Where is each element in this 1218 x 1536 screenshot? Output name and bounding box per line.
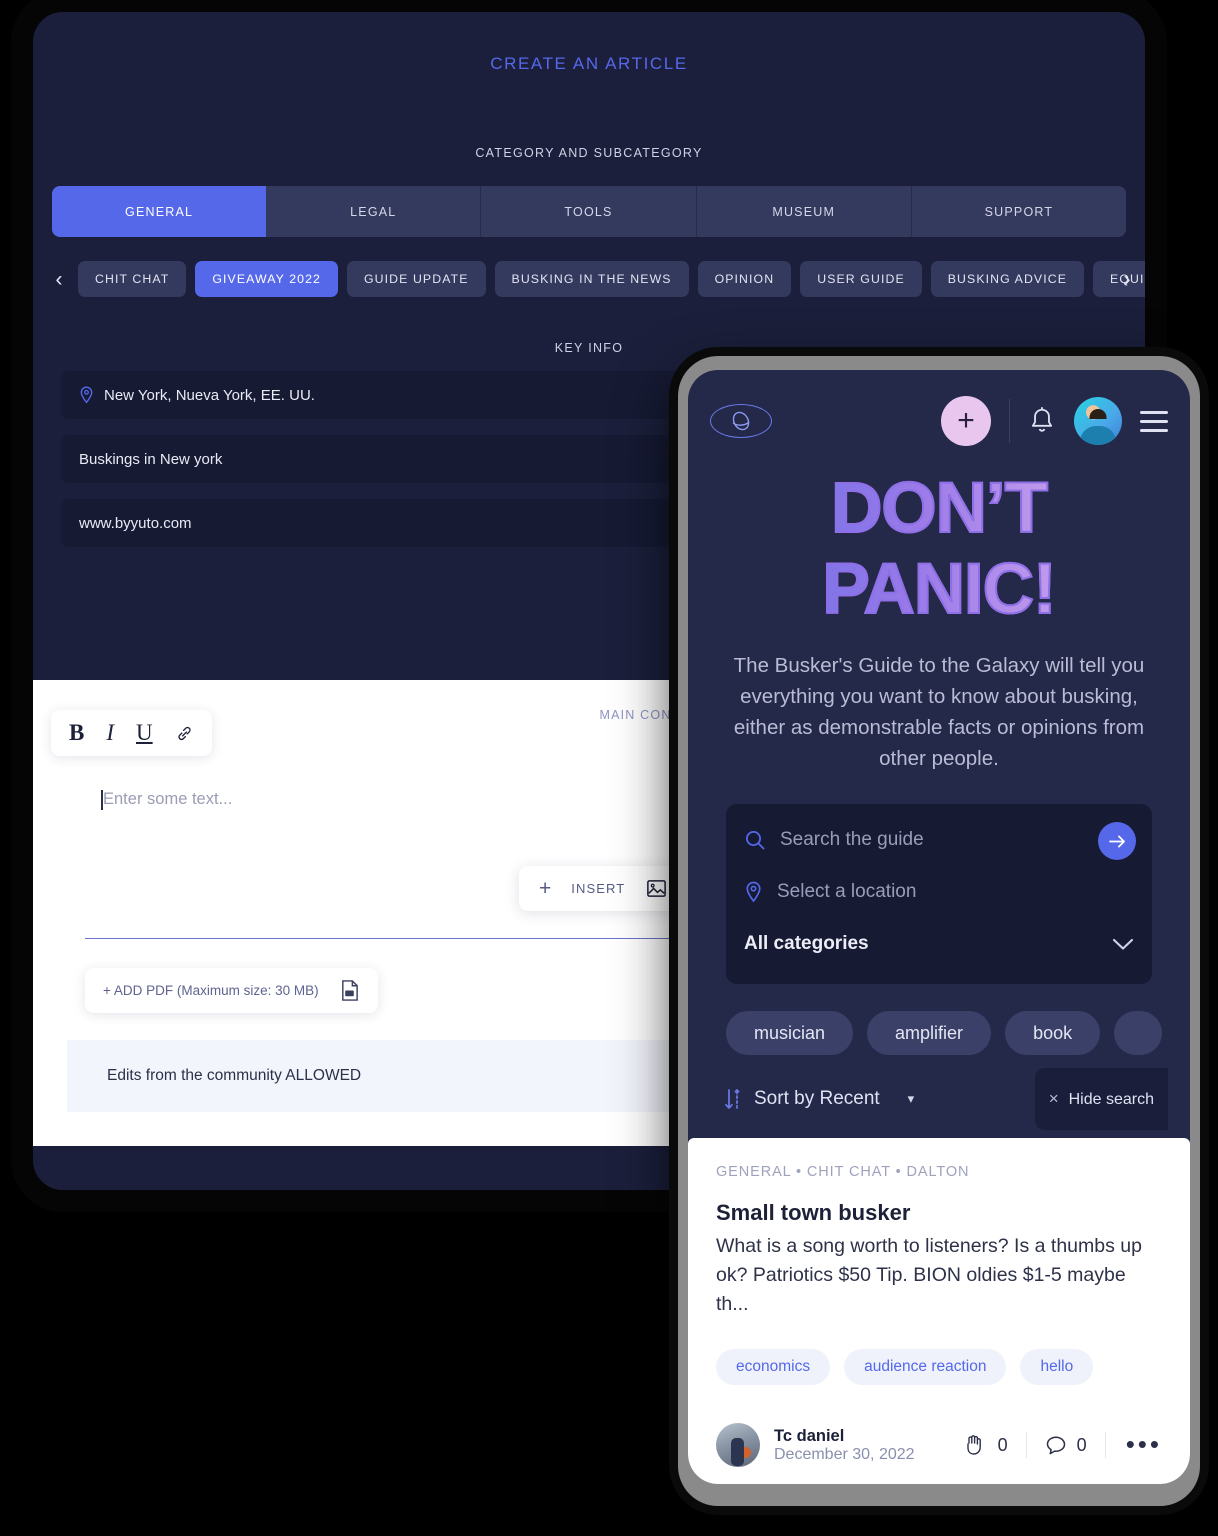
author-avatar[interactable] (716, 1423, 760, 1467)
tag-amplifier[interactable]: amplifier (867, 1011, 992, 1055)
tag-book[interactable]: book (1005, 1011, 1101, 1055)
phone-navbar: + (710, 396, 1168, 446)
subcategory-user-guide[interactable]: USER GUIDE (800, 261, 922, 297)
plus-icon[interactable]: + (539, 878, 551, 899)
phone-nav-actions: + (941, 396, 1168, 446)
subcategory-giveaway-2022[interactable]: GIVEAWAY 2022 (195, 261, 338, 297)
more-options-icon[interactable]: ••• (1106, 1432, 1162, 1457)
result-tag-economics[interactable]: economics (716, 1349, 831, 1385)
menu-icon[interactable] (1140, 410, 1168, 432)
subcategory-guide-update[interactable]: GUIDE UPDATE (346, 261, 486, 297)
search-card: Search the guide Select a location All c… (726, 804, 1152, 984)
subcategory-busking-in-the-news[interactable]: BUSKING IN THE NEWS (494, 261, 689, 297)
article-title-value: Buskings in New york (79, 450, 223, 468)
hide-search-button[interactable]: × Hide search (1034, 1068, 1168, 1130)
add-pdf-label: + ADD PDF (Maximum size: 30 MB) (103, 983, 319, 998)
screenshot-stage: CREATE AN ARTICLE CATEGORY AND SUBCATEGO… (0, 0, 1218, 1536)
sort-bar: Sort by Recent ▾ × Hide search (710, 1068, 1168, 1130)
tab-support[interactable]: SUPPORT (911, 186, 1126, 237)
category-select-value: All categories (744, 933, 869, 954)
format-toolbar: B I U (51, 710, 212, 756)
applause-metric[interactable]: 0 (946, 1434, 1026, 1456)
map-pin-icon (744, 881, 763, 903)
phone-device: + DON’T PANIC! The Busker's Guide to the… (678, 356, 1200, 1506)
tag-musician[interactable]: musician (726, 1011, 854, 1055)
phone-top-section: + DON’T PANIC! The Busker's Guide to the… (688, 370, 1190, 1130)
author-name: Tc daniel (774, 1426, 845, 1445)
chevron-left-icon[interactable]: ‹ (49, 269, 69, 290)
result-title[interactable]: Small town busker (716, 1200, 1162, 1226)
image-icon[interactable] (645, 877, 668, 900)
sort-label: Sort by Recent (754, 1088, 880, 1109)
search-query-row[interactable]: Search the guide (744, 814, 1134, 866)
comment-icon (1045, 1435, 1067, 1456)
avatar[interactable] (1074, 397, 1122, 445)
subcategory-opinion[interactable]: OPINION (697, 261, 792, 297)
nav-divider (1009, 399, 1010, 443)
link-icon[interactable] (175, 724, 194, 743)
notifications-bell-icon[interactable] (1028, 406, 1056, 436)
results-sheet: GENERAL • CHIT CHAT • DALTON Small town … (688, 1138, 1190, 1484)
result-excerpt: What is a song worth to listeners? Is a … (716, 1235, 1142, 1315)
tab-museum[interactable]: MUSEUM (696, 186, 912, 237)
comment-metric[interactable]: 0 (1027, 1435, 1105, 1456)
search-location-row[interactable]: Select a location (744, 866, 1134, 918)
hero-title: DON’T PANIC! (710, 468, 1168, 630)
pdf-file-icon (339, 979, 360, 1002)
map-pin-icon (79, 386, 94, 404)
subcategory-busking-advice[interactable]: BUSKING ADVICE (930, 261, 1085, 297)
search-icon (744, 829, 766, 851)
galaxy-logo-icon[interactable] (710, 404, 772, 438)
tab-legal[interactable]: LEGAL (266, 186, 482, 237)
category-section-label: CATEGORY AND SUBCATEGORY (475, 146, 703, 160)
search-submit-button[interactable] (1098, 822, 1136, 860)
comment-count: 0 (1076, 1434, 1087, 1455)
sort-icon (724, 1088, 744, 1110)
location-input[interactable]: Select a location (777, 881, 916, 903)
subcategory-chit-chat[interactable]: CHIT CHAT (78, 261, 187, 297)
underline-button[interactable]: U (136, 720, 153, 746)
tab-general[interactable]: GENERAL (52, 186, 267, 237)
location-value: New York, Nueva York, EE. UU. (104, 386, 315, 404)
subcategory-chip-row: ‹ CHIT CHAT GIVEAWAY 2022 GUIDE UPDATE B… (33, 259, 1145, 299)
hide-search-label: Hide search (1068, 1090, 1154, 1108)
result-tag-hello[interactable]: hello (1020, 1349, 1094, 1385)
author-block: Tc daniel December 30, 2022 (774, 1427, 915, 1464)
result-tag-audience-reaction[interactable]: audience reaction (844, 1349, 1007, 1385)
breadcrumb: GENERAL • CHIT CHAT • DALTON (716, 1164, 970, 1180)
publish-date: December 30, 2022 (774, 1445, 915, 1463)
italic-button[interactable]: I (106, 720, 114, 746)
tag-filter-row: musician amplifier book › (726, 1010, 1168, 1056)
result-metrics: 0 0 ••• (946, 1432, 1162, 1458)
add-button[interactable]: + (941, 396, 991, 446)
add-pdf-button[interactable]: + ADD PDF (Maximum size: 30 MB) (85, 968, 378, 1013)
chevron-down-icon[interactable] (1112, 938, 1134, 951)
phone-screen: + DON’T PANIC! The Busker's Guide to the… (688, 370, 1190, 1484)
result-footer: Tc daniel December 30, 2022 0 0 ••• (716, 1423, 1162, 1467)
tag-partial[interactable] (1114, 1011, 1163, 1055)
search-input[interactable]: Search the guide (780, 829, 924, 851)
website-value: www.byyuto.com (79, 514, 192, 532)
body-placeholder[interactable]: Enter some text... (103, 790, 232, 809)
chevron-right-icon[interactable]: › (1117, 269, 1137, 290)
sort-caret-icon[interactable]: ▾ (908, 1091, 915, 1107)
close-icon: × (1048, 1089, 1059, 1108)
tab-tools[interactable]: TOOLS (481, 186, 697, 237)
hero-subtitle: The Busker's Guide to the Galaxy will te… (733, 654, 1145, 770)
category-select-row[interactable]: All categories (744, 918, 1134, 970)
insert-label[interactable]: INSERT (571, 881, 625, 896)
applause-icon (964, 1434, 988, 1456)
result-tag-row: economics audience reaction hello (716, 1349, 1162, 1385)
bold-button[interactable]: B (69, 720, 84, 746)
community-edits-label: Edits from the community ALLOWED (107, 1067, 362, 1084)
category-tab-bar: GENERAL LEGAL TOOLS MUSEUM SUPPORT (52, 186, 1126, 237)
key-info-label: KEY INFO (554, 341, 624, 355)
page-title: CREATE AN ARTICLE (490, 54, 688, 73)
sort-control[interactable]: Sort by Recent ▾ (724, 1088, 914, 1110)
applause-count: 0 (997, 1434, 1008, 1455)
